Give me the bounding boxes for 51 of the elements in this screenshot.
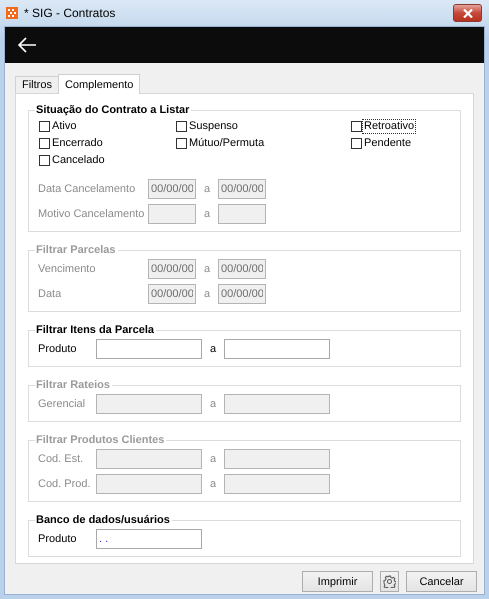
checkbox[interactable] [176,138,187,149]
field-label: Data [38,288,62,300]
field-label: Motivo Cancelamento [38,208,146,220]
checkbox-label: Suspenso [188,120,239,133]
field-label: Cod. Est. [38,452,84,464]
field-label: Gerencial [38,398,86,410]
window-title: * SIG - Contratos [24,6,116,20]
checkbox-label: Mútuo/Permuta [188,137,266,150]
checkbox-label: Retroativo [363,120,416,133]
range-separator: a [202,182,212,194]
field-label: Cod. Prod. [38,478,92,490]
input-field[interactable]: . . [96,528,202,548]
checkbox[interactable] [176,121,187,132]
back-arrow-icon[interactable] [17,37,37,53]
field-label: Produto [38,532,78,544]
close-button[interactable] [453,4,482,22]
group-title: Filtrar Produtos Clientes [35,434,166,446]
checkbox[interactable] [351,138,362,149]
range-separator: a [208,342,218,354]
range-separator: a [202,288,212,300]
checkbox-label: Pendente [363,137,412,150]
field-label: Vencimento [38,262,96,274]
range-separator: a [208,452,218,464]
action-button[interactable]: Imprimir [302,571,373,592]
app-icon [6,7,18,19]
checkbox-label: Cancelado [51,154,106,167]
checkbox-label: Ativo [51,120,78,133]
field-label: Produto [38,342,78,354]
group-title: Situação do Contrato a Listar [35,104,190,116]
group-title: Banco de dados/usuários [35,514,171,526]
checkbox[interactable] [39,138,50,149]
field-label: Data Cancelamento [38,182,136,194]
tab[interactable]: Filtros [15,76,59,93]
checkbox-label: Encerrado [51,137,104,150]
group-title: Filtrar Rateios [35,379,111,391]
group-title: Filtrar Itens da Parcela [35,324,155,336]
tab[interactable]: Complemento [58,74,140,94]
settings-button[interactable] [380,571,399,592]
range-separator: a [208,398,218,410]
action-button[interactable]: Cancelar [406,571,477,592]
input-field[interactable] [224,338,330,358]
checkbox[interactable] [351,121,362,132]
checkbox[interactable] [39,121,50,132]
range-separator: a [202,208,212,220]
range-separator: a [208,478,218,490]
range-separator: a [202,262,212,274]
checkbox[interactable] [39,155,50,166]
input-field[interactable] [96,338,202,358]
settings-icon [383,575,396,588]
close-icon [462,8,472,18]
group-title: Filtrar Parcelas [35,244,116,256]
